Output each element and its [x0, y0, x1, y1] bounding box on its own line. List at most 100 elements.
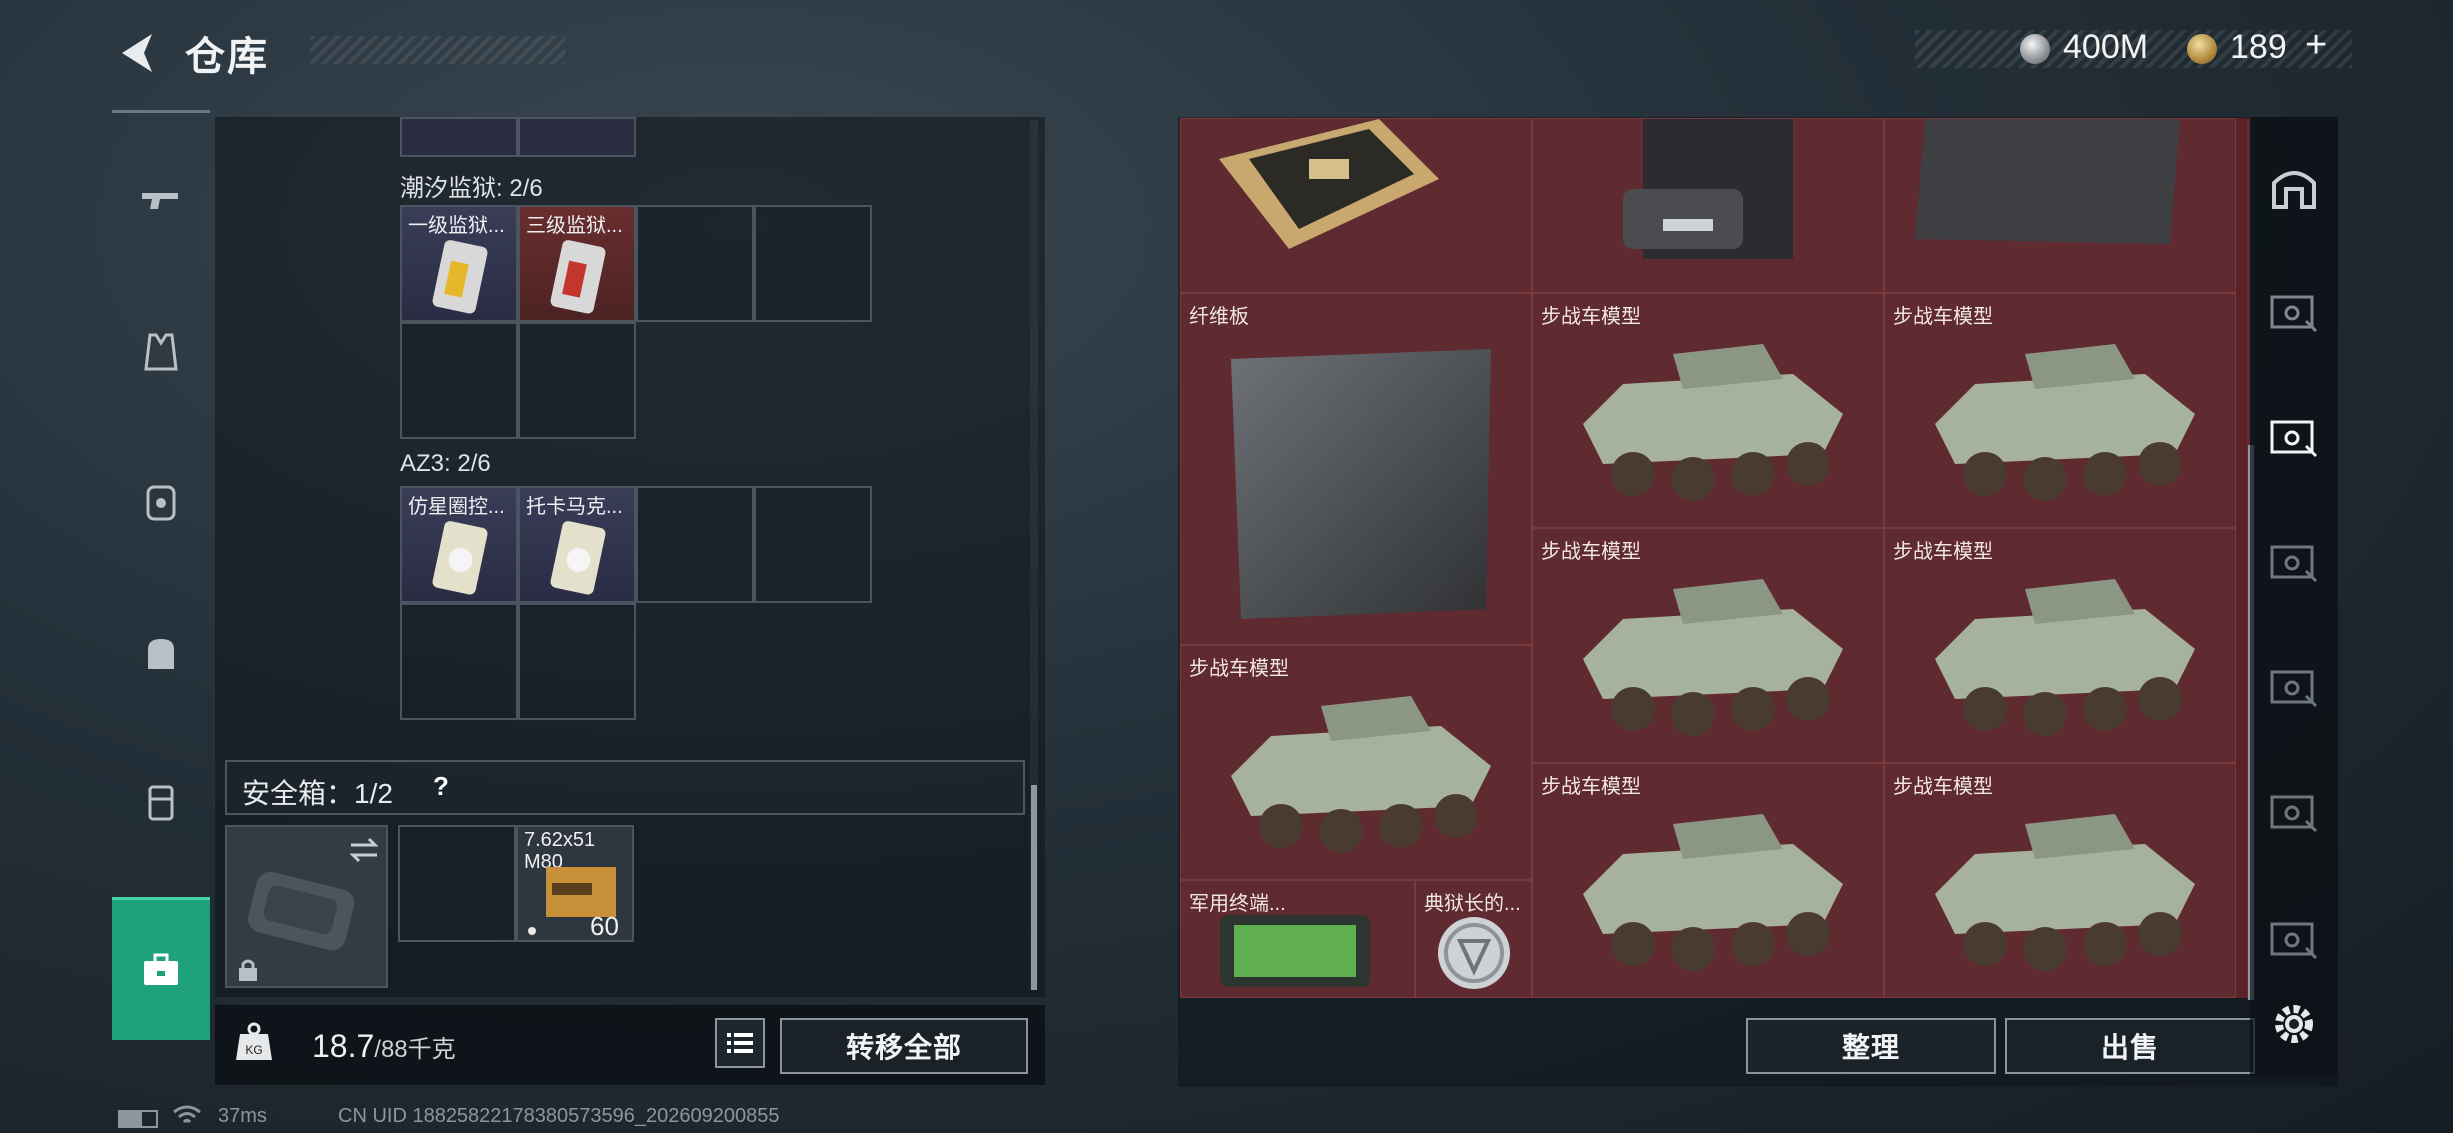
gear-icon [2275, 1005, 2313, 1043]
battery-icon [118, 1110, 158, 1128]
stash-item[interactable]: 军用终端... [1180, 880, 1415, 998]
gold-coin-icon [2187, 34, 2217, 64]
stash-item[interactable]: 步战车模型 [1884, 528, 2236, 763]
item-label: 仿星圈控... [408, 496, 505, 518]
list-icon [727, 1033, 753, 1053]
ammo-slot[interactable]: 7.62x51 M80 60 [516, 825, 634, 942]
backpack-rig-icon [146, 485, 176, 521]
wifi-icon [173, 1105, 201, 1124]
keycard-icon [550, 521, 606, 595]
az3-label: AZ3: 2/6 [400, 450, 491, 477]
stash-item[interactable]: 步战车模型 [1532, 293, 1884, 528]
nav-secure-box[interactable] [112, 897, 210, 1040]
transfer-all-button[interactable]: 转移全部 [780, 1018, 1028, 1074]
empty-slot[interactable] [400, 603, 518, 720]
stash-grid: 纤维板 步战车模型 步战车模型 步战车模型 步战车模型 步战车模型 步战车模型 … [1180, 118, 2250, 998]
stash-item[interactable]: 步战车模型 [1884, 293, 2236, 528]
empty-slot[interactable] [400, 322, 518, 439]
tab-stash-1[interactable] [2262, 278, 2326, 342]
ifv-model-icon [1583, 579, 1843, 736]
home-icon [2272, 171, 2316, 209]
back-arrow-icon[interactable] [112, 28, 162, 78]
keycard-icon [432, 240, 488, 314]
secure-case-slot[interactable] [225, 825, 388, 988]
tab-stash-2[interactable] [2262, 403, 2326, 467]
stash-item[interactable]: 典狱长的... [1415, 880, 1532, 998]
briefcase-icon [144, 953, 178, 985]
ping-readout: 37ms [218, 1105, 267, 1127]
empty-slot[interactable] [398, 825, 516, 942]
secure-case-icon [248, 871, 355, 951]
machine-icon [1623, 119, 1793, 259]
ifv-model-icon [1935, 579, 2195, 736]
tab-stash-6[interactable] [2262, 905, 2326, 969]
tide-prison-label: 潮汐监狱: 2/6 [400, 175, 543, 202]
page-title: 仓库 [185, 35, 269, 79]
fiber-sheet-icon [1231, 349, 1491, 619]
processor-icon [1219, 119, 1439, 249]
stash-item[interactable] [1884, 118, 2236, 293]
nav-backpack[interactable] [112, 582, 210, 722]
partial-slot[interactable] [518, 117, 636, 157]
tab-home[interactable] [2262, 155, 2326, 219]
ifv-model-icon [1231, 696, 1491, 853]
pouch-icon [148, 785, 174, 821]
sort-button[interactable]: 整理 [1746, 1018, 1996, 1074]
item-slot[interactable]: 仿星圈控... [400, 486, 518, 603]
tab-stash-4[interactable] [2262, 653, 2326, 717]
safe-box-label: 安全箱：1/2 [242, 778, 393, 809]
stash-item[interactable]: 步战车模型 [1180, 645, 1532, 880]
list-view-button[interactable] [715, 1018, 765, 1068]
item-slot[interactable]: 一级监狱... [400, 205, 518, 322]
item-slot[interactable]: 三级监狱... [518, 205, 636, 322]
stash-item[interactable]: 步战车模型 [1884, 763, 2236, 998]
nav-rig[interactable] [112, 432, 210, 572]
stash-item[interactable]: 纤维板 [1180, 293, 1532, 645]
stash-item[interactable]: 步战车模型 [1532, 528, 1884, 763]
add-currency-button[interactable]: + [2305, 24, 2327, 67]
empty-slot[interactable] [636, 486, 754, 603]
swap-icon[interactable] [347, 835, 381, 865]
tab-stash-5[interactable] [2262, 778, 2326, 842]
sell-button[interactable]: 出售 [2005, 1018, 2255, 1074]
weight-readout: 18.7/88千克 [312, 1028, 456, 1065]
empty-slot[interactable] [754, 205, 872, 322]
item-slot[interactable]: 托卡马克... [518, 486, 636, 603]
ammo-count: 60 [590, 911, 619, 941]
keycard-icon [550, 240, 606, 314]
svg-text:KG: KG [245, 1043, 262, 1057]
item-label: 三级监狱... [526, 215, 623, 237]
ifv-model-icon [1935, 814, 2195, 971]
partial-slot[interactable] [400, 117, 518, 157]
stash-page-icon [2270, 795, 2318, 833]
stash-page-icon [2270, 922, 2318, 960]
keycard-icon [432, 521, 488, 595]
item-label: 典狱长的... [1424, 893, 1521, 915]
stash-item[interactable] [1180, 118, 1532, 293]
settings-button[interactable] [2262, 992, 2326, 1056]
nav-weapons[interactable] [112, 132, 210, 272]
gold-amount: 189 [2230, 28, 2287, 66]
nav-pouch[interactable] [112, 732, 210, 872]
empty-slot[interactable] [518, 603, 636, 720]
stash-page-icon [2270, 545, 2318, 583]
item-label: 纤维板 [1189, 306, 1249, 328]
gun-icon [142, 193, 178, 209]
empty-slot[interactable] [754, 486, 872, 603]
ifv-model-icon [1935, 344, 2195, 501]
empty-slot[interactable] [518, 322, 636, 439]
weight-icon: KG [236, 1022, 272, 1060]
medal-icon [1438, 917, 1510, 989]
container-scroll-thumb[interactable] [1031, 785, 1037, 990]
stash-page-icon [2270, 670, 2318, 708]
weight-value: 18.7 [312, 1028, 375, 1064]
nav-vest[interactable] [112, 282, 210, 422]
help-button[interactable]: ? [426, 771, 456, 803]
stash-item[interactable]: 步战车模型 [1532, 763, 1884, 998]
stash-item[interactable] [1532, 118, 1884, 293]
stash-page-icon [2270, 295, 2318, 333]
vest-icon [144, 333, 178, 371]
status-dot [528, 927, 536, 935]
empty-slot[interactable] [636, 205, 754, 322]
tab-stash-3[interactable] [2262, 528, 2326, 592]
